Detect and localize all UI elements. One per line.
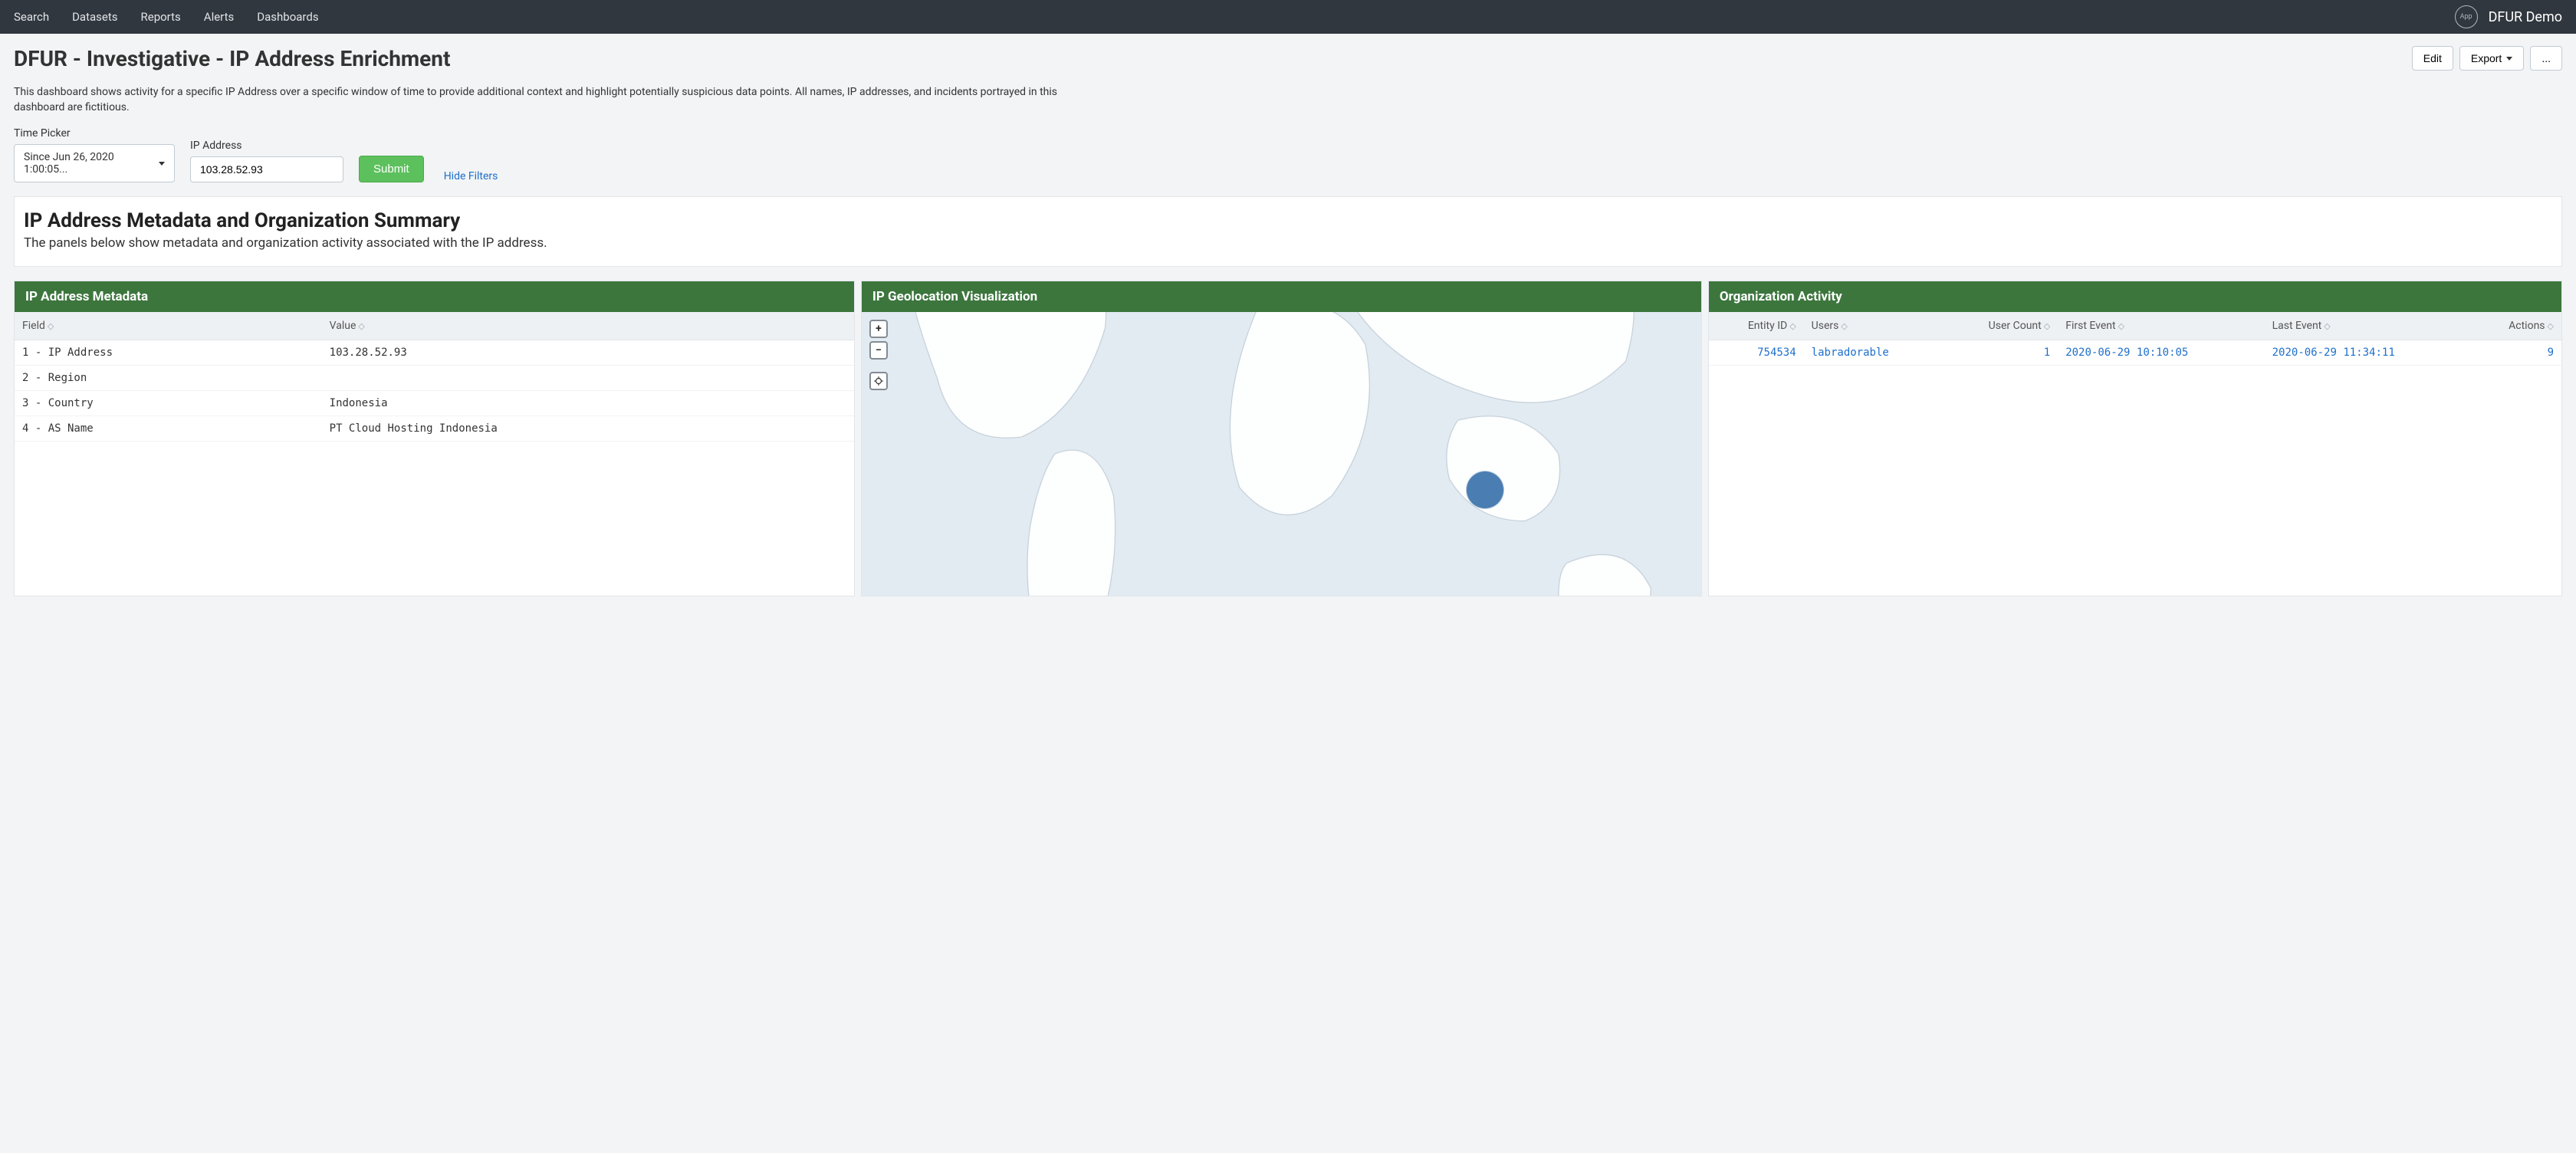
panel-ip-metadata: IP Address Metadata Field◇ Value◇ 1 - IP… [14, 281, 855, 596]
panel-title: IP Address Metadata [15, 281, 854, 312]
edit-button[interactable]: Edit [2412, 46, 2453, 71]
value-cell: PT Cloud Hosting Indonesia [322, 416, 854, 442]
chevron-down-icon [2506, 57, 2512, 61]
zoom-in-button[interactable]: + [869, 320, 888, 338]
col-actions[interactable]: Actions◇ [2471, 312, 2561, 340]
app-name: DFUR Demo [2489, 9, 2562, 25]
value-cell [322, 366, 854, 391]
sort-icon: ◇ [2044, 321, 2050, 331]
export-button[interactable]: Export [2459, 46, 2524, 71]
more-button[interactable]: ... [2530, 46, 2562, 71]
first-event-cell: 2020-06-29 10:10:05 [2058, 340, 2264, 366]
locate-button[interactable] [869, 372, 888, 390]
chevron-down-icon [159, 162, 165, 166]
app-badge-icon[interactable]: App [2455, 5, 2478, 28]
panel-org-activity: Organization Activity Entity ID◇ Users◇ … [1708, 281, 2562, 596]
page-header: DFUR - Investigative - IP Address Enrich… [0, 34, 2576, 85]
sort-icon: ◇ [1789, 321, 1796, 331]
table-row: 2 - Region [15, 366, 854, 391]
panel-title: IP Geolocation Visualization [862, 281, 1701, 312]
sort-icon: ◇ [358, 321, 364, 331]
world-map-icon [862, 312, 1701, 596]
metadata-table: Field◇ Value◇ 1 - IP Address 103.28.52.9… [15, 312, 854, 442]
user-count-cell: 1 [1943, 340, 2058, 366]
panels-row: IP Address Metadata Field◇ Value◇ 1 - IP… [14, 281, 2562, 596]
time-picker-input[interactable]: Since Jun 26, 2020 1:00:05... [14, 144, 175, 182]
header-actions: Edit Export ... [2412, 46, 2562, 71]
value-cell: Indonesia [322, 391, 854, 416]
field-cell: 1 - IP Address [15, 340, 322, 366]
ip-address-input[interactable] [190, 156, 343, 182]
submit-button[interactable]: Submit [359, 156, 424, 182]
map-controls: + − [869, 320, 888, 390]
org-activity-table: Entity ID◇ Users◇ User Count◇ First Even… [1709, 312, 2561, 366]
hide-filters-link[interactable]: Hide Filters [444, 170, 498, 182]
table-row: 1 - IP Address 103.28.52.93 [15, 340, 854, 366]
entity-id-cell[interactable]: 754534 [1709, 340, 1804, 366]
nav-dashboards[interactable]: Dashboards [257, 10, 318, 24]
field-cell: 2 - Region [15, 366, 322, 391]
col-field[interactable]: Field◇ [15, 312, 322, 340]
crosshair-icon [873, 376, 884, 386]
summary-title: IP Address Metadata and Organization Sum… [24, 209, 2552, 232]
zoom-out-button[interactable]: − [869, 341, 888, 360]
top-nav: Search Datasets Reports Alerts Dashboard… [0, 0, 2576, 34]
users-cell[interactable]: labradorable [1804, 340, 1943, 366]
panel-title: Organization Activity [1709, 281, 2561, 312]
map[interactable]: + − [862, 312, 1701, 596]
table-row: 3 - Country Indonesia [15, 391, 854, 416]
filters-bar: Time Picker Since Jun 26, 2020 1:00:05..… [0, 123, 2576, 196]
last-event-cell: 2020-06-29 11:34:11 [2265, 340, 2471, 366]
page-description: This dashboard shows activity for a spec… [0, 85, 1073, 123]
filter-time: Time Picker Since Jun 26, 2020 1:00:05..… [14, 127, 175, 182]
summary-subtitle: The panels below show metadata and organ… [24, 235, 2552, 251]
ip-input-label: IP Address [190, 140, 343, 152]
col-users[interactable]: Users◇ [1804, 312, 1943, 340]
time-picker-value: Since Jun 26, 2020 1:00:05... [24, 151, 159, 176]
time-picker-label: Time Picker [14, 127, 175, 140]
value-cell: 103.28.52.93 [322, 340, 854, 366]
sort-icon: ◇ [2118, 321, 2124, 331]
nav-links: Search Datasets Reports Alerts Dashboard… [14, 10, 319, 24]
nav-alerts[interactable]: Alerts [204, 10, 235, 24]
export-label: Export [2471, 52, 2502, 64]
filter-ip: IP Address [190, 140, 343, 182]
sort-icon: ◇ [48, 321, 54, 331]
actions-cell: 9 [2471, 340, 2561, 366]
sort-icon: ◇ [2548, 321, 2554, 331]
nav-right: App DFUR Demo [2455, 5, 2562, 28]
summary-section: IP Address Metadata and Organization Sum… [14, 196, 2562, 267]
table-row: 4 - AS Name PT Cloud Hosting Indonesia [15, 416, 854, 442]
nav-search[interactable]: Search [14, 10, 49, 24]
col-first-event[interactable]: First Event◇ [2058, 312, 2264, 340]
panel-geo: IP Geolocation Visualization [861, 281, 1702, 596]
sort-icon: ◇ [2324, 321, 2330, 331]
field-cell: 3 - Country [15, 391, 322, 416]
field-cell: 4 - AS Name [15, 416, 322, 442]
nav-reports[interactable]: Reports [141, 10, 181, 24]
nav-datasets[interactable]: Datasets [72, 10, 117, 24]
col-user-count[interactable]: User Count◇ [1943, 312, 2058, 340]
page-title: DFUR - Investigative - IP Address Enrich… [14, 46, 450, 71]
table-row[interactable]: 754534 labradorable 1 2020-06-29 10:10:0… [1709, 340, 2561, 366]
col-entity-id[interactable]: Entity ID◇ [1709, 312, 1804, 340]
col-value[interactable]: Value◇ [322, 312, 854, 340]
col-last-event[interactable]: Last Event◇ [2265, 312, 2471, 340]
sort-icon: ◇ [1841, 321, 1847, 331]
